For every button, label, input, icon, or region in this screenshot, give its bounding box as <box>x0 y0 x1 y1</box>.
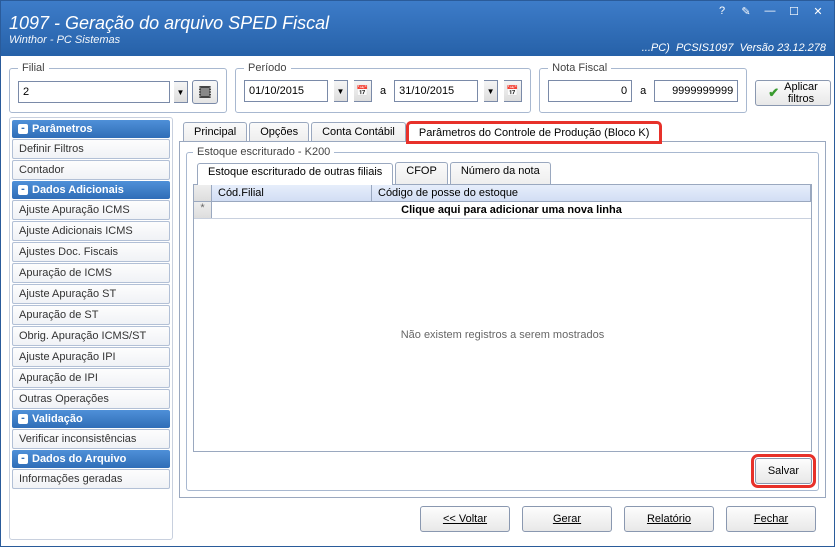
grid-row-header-corner <box>194 185 212 201</box>
grid-col-cod-filial[interactable]: Cód.Filial <box>212 185 372 201</box>
grid-addrow-marker: * <box>194 202 212 218</box>
nota-to-input[interactable] <box>654 80 738 102</box>
periodo-legend: Período <box>244 62 291 74</box>
sidebar-item-contador[interactable]: Contador <box>12 160 170 180</box>
grid: Cód.Filial Código de posse do estoque * … <box>193 184 812 452</box>
periodo-to-calendar-icon[interactable]: 📅 <box>504 80 522 102</box>
minimize-icon[interactable]: — <box>762 5 778 18</box>
grid-header: Cód.Filial Código de posse do estoque <box>194 185 811 202</box>
tab-conta-contabil[interactable]: Conta Contábil <box>311 122 406 141</box>
nota-from-input[interactable] <box>548 80 632 102</box>
gerar-button[interactable]: Gerar <box>522 506 612 532</box>
tab-content: Estoque escriturado - K200 Estoque escri… <box>179 141 826 498</box>
sidebar-header-dados-arquivo[interactable]: -Dados do Arquivo <box>12 450 170 468</box>
main-tabs: Principal Opções Conta Contábil Parâmetr… <box>179 117 826 141</box>
main-panel: Principal Opções Conta Contábil Parâmetr… <box>179 117 826 540</box>
window-subtitle: Winthor - PC Sistemas <box>9 34 329 46</box>
filial-settings-button[interactable] <box>192 80 218 104</box>
filial-select[interactable] <box>18 81 170 103</box>
titlebar: 1097 - Geração do arquivo SPED Fiscal Wi… <box>1 1 834 56</box>
sidebar-item-ajuste-adicionais-icms[interactable]: Ajuste Adicionais ICMS <box>12 221 170 241</box>
edit-icon[interactable]: ✎ <box>738 5 754 18</box>
filial-dropdown-icon[interactable]: ▼ <box>174 81 188 103</box>
grid-empty-message: Não existem registros a serem mostrados <box>194 219 811 451</box>
sidebar-header-dados-adicionais[interactable]: -Dados Adicionais <box>12 181 170 199</box>
tab-principal[interactable]: Principal <box>183 122 247 141</box>
sidebar-item-ajuste-apuracao-st[interactable]: Ajuste Apuração ST <box>12 284 170 304</box>
sidebar-item-apuracao-ipi[interactable]: Apuração de IPI <box>12 368 170 388</box>
sidebar-item-informacoes-geradas[interactable]: Informações geradas <box>12 469 170 489</box>
nota-fiscal-group: Nota Fiscal a <box>539 62 747 113</box>
tab-parametros-controle-producao[interactable]: Parâmetros do Controle de Produção (Bloc… <box>408 123 661 142</box>
check-icon: ✔ <box>768 85 779 101</box>
periodo-separator: a <box>378 85 388 97</box>
subtab-cfop[interactable]: CFOP <box>395 162 448 184</box>
sidebar-item-ajustes-doc-fiscais[interactable]: Ajustes Doc. Fiscais <box>12 242 170 262</box>
sidebar-item-apuracao-st[interactable]: Apuração de ST <box>12 305 170 325</box>
sidebar-item-ajuste-apuracao-icms[interactable]: Ajuste Apuração ICMS <box>12 200 170 220</box>
voltar-button[interactable]: << Voltar <box>420 506 510 532</box>
filial-group: Filial ▼ <box>9 62 227 113</box>
periodo-group: Período ▼ 📅 a ▼ 📅 <box>235 62 531 113</box>
grid-addrow-text[interactable]: Clique aqui para adicionar uma nova linh… <box>212 202 811 218</box>
tab-opcoes[interactable]: Opções <box>249 122 309 141</box>
grid-col-codigo-posse[interactable]: Código de posse do estoque <box>372 185 811 201</box>
sidebar-item-outras-operacoes[interactable]: Outras Operações <box>12 389 170 409</box>
app-window: 1097 - Geração do arquivo SPED Fiscal Wi… <box>0 0 835 547</box>
salvar-button[interactable]: Salvar <box>755 458 812 484</box>
sidebar-header-validacao[interactable]: -Validação <box>12 410 170 428</box>
filial-legend: Filial <box>18 62 49 74</box>
help-icon[interactable]: ? <box>714 5 730 18</box>
subtab-outras-filiais[interactable]: Estoque escriturado de outras filiais <box>197 163 393 185</box>
close-icon[interactable]: ✕ <box>810 5 826 18</box>
aplicar-filtros-button[interactable]: ✔ Aplicar filtros <box>755 80 831 106</box>
estoque-subtabs: Estoque escriturado de outras filiais CF… <box>193 162 812 184</box>
fechar-button[interactable]: Fechar <box>726 506 816 532</box>
sidebar-item-verificar-inconsistencias[interactable]: Verificar inconsistências <box>12 429 170 449</box>
periodo-to-input[interactable] <box>394 80 478 102</box>
sidebar-item-apuracao-icms[interactable]: Apuração de ICMS <box>12 263 170 283</box>
window-title: 1097 - Geração do arquivo SPED Fiscal <box>9 13 329 34</box>
sidebar-item-ajuste-apuracao-ipi[interactable]: Ajuste Apuração IPI <box>12 347 170 367</box>
nota-legend: Nota Fiscal <box>548 62 611 74</box>
maximize-icon[interactable]: ☐ <box>786 5 802 18</box>
collapse-icon: - <box>18 124 28 134</box>
bottom-button-bar: << Voltar Gerar Relatório Fechar <box>179 498 826 540</box>
collapse-icon: - <box>18 185 28 195</box>
collapse-icon: - <box>18 414 28 424</box>
window-meta: ...PC) PCSIS1097 Versão 23.12.278 <box>642 42 826 54</box>
collapse-icon: - <box>18 454 28 464</box>
sidebar-header-parametros[interactable]: -Parâmetros <box>12 120 170 138</box>
subtab-numero-nota[interactable]: Número da nota <box>450 162 551 184</box>
sidebar-item-definir-filtros[interactable]: Definir Filtros <box>12 139 170 159</box>
sidebar: -Parâmetros Definir Filtros Contador -Da… <box>9 117 173 540</box>
estoque-legend: Estoque escriturado - K200 <box>193 146 334 158</box>
film-icon <box>197 84 213 100</box>
periodo-from-input[interactable] <box>244 80 328 102</box>
grid-add-row[interactable]: * Clique aqui para adicionar uma nova li… <box>194 202 811 219</box>
relatorio-button[interactable]: Relatório <box>624 506 714 532</box>
estoque-group: Estoque escriturado - K200 Estoque escri… <box>186 146 819 491</box>
sidebar-item-obrig-apuracao[interactable]: Obrig. Apuração ICMS/ST <box>12 326 170 346</box>
periodo-from-calendar-icon[interactable]: 📅 <box>354 80 372 102</box>
nota-separator: a <box>638 85 648 97</box>
periodo-to-dropdown-icon[interactable]: ▼ <box>484 80 498 102</box>
periodo-from-dropdown-icon[interactable]: ▼ <box>334 80 348 102</box>
